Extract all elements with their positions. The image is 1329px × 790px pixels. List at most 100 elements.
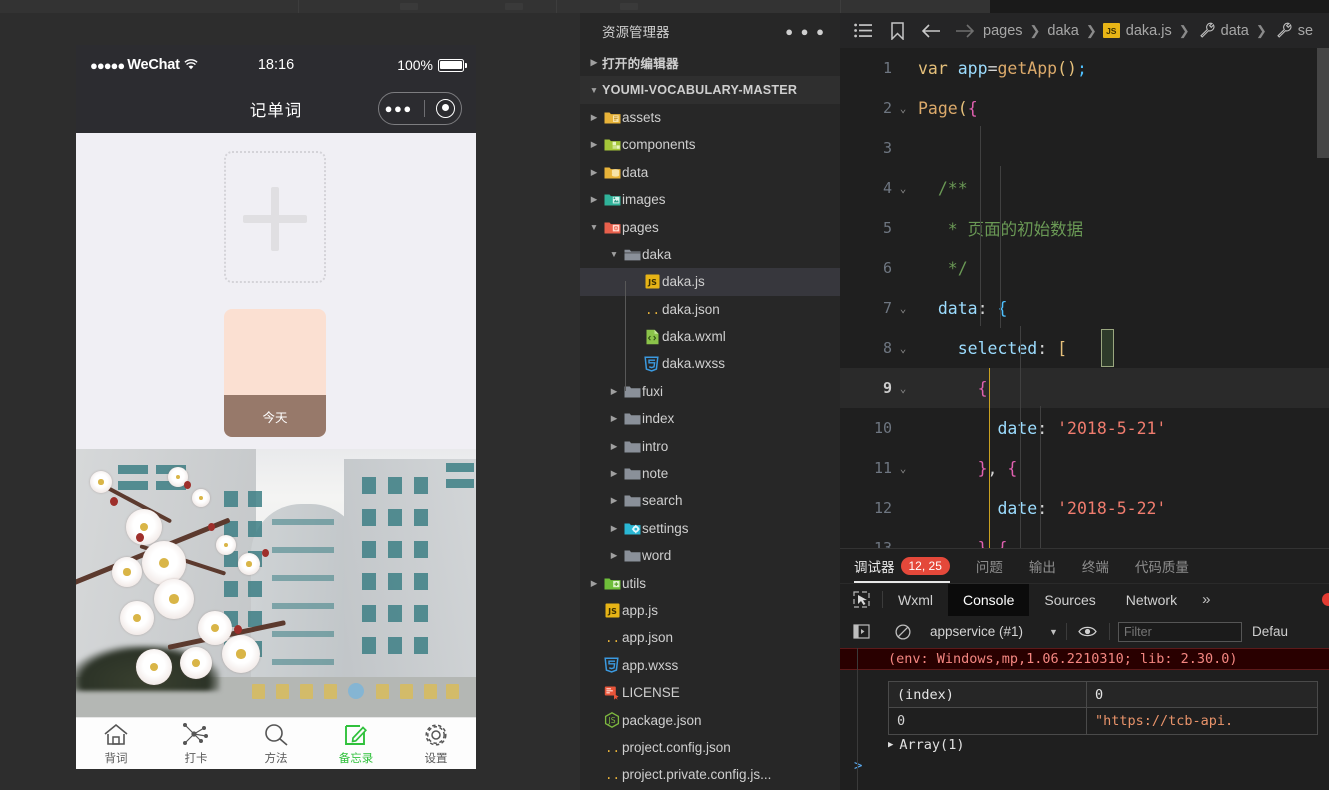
sidebar-item-beiwanglu[interactable]: 备忘录 bbox=[316, 721, 396, 766]
target-icon[interactable] bbox=[436, 99, 456, 118]
breadcrumb-item-pages[interactable]: pages bbox=[982, 23, 1024, 39]
tree-item-images[interactable]: ▶ images bbox=[580, 186, 840, 213]
error-indicator-dot[interactable] bbox=[1322, 593, 1329, 606]
chevron-down-icon[interactable]: ▼ bbox=[606, 249, 622, 259]
tree-item-search[interactable]: ▶ search bbox=[580, 487, 840, 514]
tree-item-index[interactable]: ▶ index bbox=[580, 405, 840, 432]
breadcrumb-item-daka[interactable]: daka bbox=[1046, 23, 1079, 39]
explorer-section-open-editors[interactable]: ▶ 打开的编辑器 bbox=[580, 49, 840, 76]
tree-item-data[interactable]: ▶ data bbox=[580, 159, 840, 186]
chevron-right-icon[interactable]: ▶ bbox=[586, 57, 602, 68]
chevron-down-icon[interactable]: ▼ bbox=[586, 85, 602, 95]
tree-item-pages[interactable]: ▼ pages bbox=[580, 213, 840, 240]
explorer-section-workspace[interactable]: ▼ YOUMI-VOCABULARY-MASTER bbox=[580, 76, 840, 104]
tree-item-assets[interactable]: ▶ assets bbox=[580, 104, 840, 131]
tree-item-project-config-json[interactable]: {..}project.config.json bbox=[580, 734, 840, 761]
more-dots-icon[interactable]: ●●● bbox=[385, 102, 413, 115]
tree-item-components[interactable]: ▶ components bbox=[580, 131, 840, 158]
tree-item-app-wxss[interactable]: app.wxss bbox=[580, 652, 840, 679]
tree-item-word[interactable]: ▶ word bbox=[580, 542, 840, 569]
chevrons-right-icon[interactable]: » bbox=[1192, 591, 1220, 608]
chevron-down-icon[interactable]: ⌄ bbox=[892, 342, 914, 355]
tree-item-daka-wxss[interactable]: daka.wxss bbox=[580, 350, 840, 377]
tree-item-daka-wxml[interactable]: daka.wxml bbox=[580, 323, 840, 350]
sidebar-item-beici[interactable]: 背词 bbox=[76, 721, 156, 766]
no-entry-icon[interactable] bbox=[882, 623, 924, 640]
tab-console[interactable]: Console bbox=[948, 583, 1030, 616]
chevron-down-icon[interactable]: ⌄ bbox=[892, 302, 914, 315]
breadcrumb[interactable]: pages ❯ daka ❯ JS daka.js ❯ data ❯ se bbox=[840, 13, 1329, 48]
tree-item-license[interactable]: LICENSE bbox=[580, 679, 840, 706]
tab-wxml[interactable]: Wxml bbox=[883, 584, 948, 616]
tree-item-note[interactable]: ▶ note bbox=[580, 460, 840, 487]
chevron-right-icon[interactable]: ▶ bbox=[586, 112, 602, 123]
tree-item-project-private-config-js---[interactable]: {..}project.private.config.js... bbox=[580, 761, 840, 788]
tree-item-daka-json[interactable]: {..}daka.json bbox=[580, 296, 840, 323]
tab-problems[interactable]: 问题 bbox=[976, 549, 1017, 583]
log-levels-label[interactable]: Defau bbox=[1242, 624, 1288, 639]
phone-simulator[interactable]: ●●●●● WeChat 18:16 100% 记单词 ●●● 今天 背词 打卡… bbox=[76, 45, 476, 769]
chevron-down-icon[interactable]: ⌄ bbox=[892, 382, 914, 395]
tab-sources[interactable]: Sources bbox=[1029, 584, 1110, 616]
tree-item-settings[interactable]: ▶ settings bbox=[580, 515, 840, 542]
sidebar-item-daka[interactable]: 打卡 bbox=[156, 721, 236, 766]
filter-input[interactable] bbox=[1117, 621, 1242, 642]
chevron-right-icon[interactable]: ▶ bbox=[586, 167, 602, 178]
tree-item-utils[interactable]: ▶ utils bbox=[580, 569, 840, 596]
tab-terminal[interactable]: 终端 bbox=[1082, 549, 1123, 583]
chevron-right-icon[interactable]: ▶ bbox=[606, 523, 622, 534]
chevron-right-icon[interactable]: ▶ bbox=[586, 578, 602, 589]
chevron-down-icon[interactable]: ▼ bbox=[1049, 627, 1058, 637]
console-output[interactable]: (env: Windows,mp,1.06.2210310; lib: 2.30… bbox=[840, 648, 1329, 790]
code-line[interactable]: 3 bbox=[840, 128, 1329, 168]
tree-item-daka[interactable]: ▼ daka bbox=[580, 241, 840, 268]
chevron-right-icon[interactable]: ▶ bbox=[606, 550, 622, 561]
bookmark-icon[interactable] bbox=[880, 21, 914, 40]
code-line[interactable]: 6 */ bbox=[840, 248, 1329, 288]
cursor-select-icon[interactable] bbox=[840, 591, 882, 608]
eye-icon[interactable] bbox=[1075, 625, 1101, 638]
tree-item-intro[interactable]: ▶ intro bbox=[580, 432, 840, 459]
chevron-down-icon[interactable]: ⌄ bbox=[892, 102, 914, 115]
chevron-right-icon[interactable]: ▶ bbox=[606, 495, 622, 506]
code-line[interactable]: 4 ⌄ /** bbox=[840, 168, 1329, 208]
breadcrumb-item-selected[interactable]: se bbox=[1297, 23, 1314, 39]
code-line[interactable]: 7 ⌄ data: { bbox=[840, 288, 1329, 328]
code-line[interactable]: 2 ⌄ Page({ bbox=[840, 88, 1329, 128]
code-line[interactable]: 1 var app=getApp(); bbox=[840, 48, 1329, 88]
breadcrumb-item-data[interactable]: data bbox=[1220, 23, 1250, 39]
add-memo-card[interactable] bbox=[224, 151, 326, 283]
arrow-left-icon[interactable] bbox=[914, 23, 948, 39]
devtools-tab-row[interactable]: Wxml Console Sources Network » bbox=[840, 583, 1329, 616]
debug-tab-list[interactable]: 调试器 12, 25 问题 输出 终端 代码质量 bbox=[840, 549, 1329, 583]
tab-network[interactable]: Network bbox=[1111, 584, 1192, 616]
breadcrumb-item-file[interactable]: daka.js bbox=[1125, 23, 1173, 39]
code-line[interactable]: 8 ⌄ selected: [ bbox=[840, 328, 1329, 368]
console-prompt[interactable]: > bbox=[854, 758, 1329, 774]
sidebar-item-shezhi[interactable]: 设置 bbox=[396, 721, 476, 766]
console-controls[interactable]: appservice (#1) ▼ Defau bbox=[840, 615, 1329, 648]
tree-item-daka-js[interactable]: JS daka.js bbox=[580, 268, 840, 296]
tree-item-fuxi[interactable]: ▶ fuxi bbox=[580, 378, 840, 405]
ellipsis-icon[interactable]: ● ● ● bbox=[785, 24, 826, 39]
chevron-right-icon[interactable]: ▶ bbox=[586, 139, 602, 150]
tree-item-package-json[interactable]: JS package.json bbox=[580, 706, 840, 733]
tab-code-quality[interactable]: 代码质量 bbox=[1135, 549, 1203, 583]
phone-tabbar[interactable]: 背词 打卡 方法 备忘录 设置 bbox=[76, 717, 476, 769]
editor-scrollbar[interactable] bbox=[1317, 48, 1329, 158]
chevron-right-icon[interactable]: ▶ bbox=[606, 468, 622, 479]
arrow-right-icon[interactable] bbox=[948, 23, 982, 39]
panel-toggle-icon[interactable] bbox=[840, 624, 882, 639]
chevron-right-icon[interactable]: ▶ bbox=[586, 194, 602, 205]
tab-debugger[interactable]: 调试器 12, 25 bbox=[854, 549, 964, 583]
chevron-right-icon[interactable]: ▶ bbox=[606, 413, 622, 424]
sidebar-item-fangfa[interactable]: 方法 bbox=[236, 721, 316, 766]
memo-card-today[interactable]: 今天 bbox=[224, 309, 326, 437]
chevron-right-icon[interactable]: ▶ bbox=[888, 740, 893, 750]
chevron-down-icon[interactable]: ▼ bbox=[586, 222, 602, 232]
chevron-down-icon[interactable]: ⌄ bbox=[892, 462, 914, 475]
wechat-capsule-bar[interactable]: ●●● bbox=[378, 92, 462, 125]
file-tree[interactable]: ▶ assets ▶ components ▶ data ▶ images ▼ pages ▼ dak… bbox=[580, 104, 840, 789]
tree-item-app-json[interactable]: {..}app.json bbox=[580, 624, 840, 651]
list-icon[interactable] bbox=[846, 23, 880, 38]
